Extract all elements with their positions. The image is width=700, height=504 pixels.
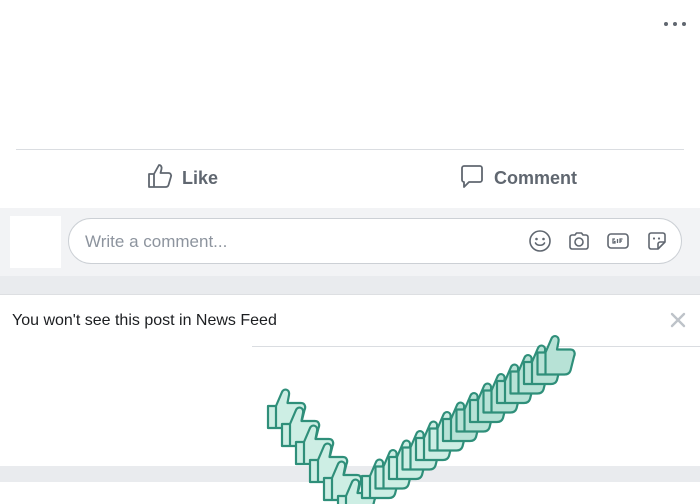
emoji-icon[interactable] xyxy=(528,229,552,253)
comment-placeholder: Write a comment... xyxy=(85,232,228,251)
camera-icon[interactable] xyxy=(567,229,591,253)
dot xyxy=(682,22,686,26)
thumbs-up-icon xyxy=(146,162,174,195)
action-divider xyxy=(16,149,684,150)
close-icon[interactable] xyxy=(668,310,688,330)
dot xyxy=(673,22,677,26)
hidden-post-message: You won't see this post in News Feed xyxy=(12,312,277,329)
dot xyxy=(664,22,668,26)
thumbs-checkmark-graphic xyxy=(266,335,576,504)
comment-button[interactable]: Comment xyxy=(458,160,577,196)
comment-composer: Write a comment... xyxy=(0,208,700,276)
post-card: Like Comment xyxy=(0,0,700,208)
comment-tools xyxy=(528,229,669,253)
speech-bubble-icon xyxy=(458,162,486,195)
avatar[interactable] xyxy=(10,216,61,268)
like-button[interactable]: Like xyxy=(146,160,218,196)
like-label: Like xyxy=(182,167,219,188)
comment-input[interactable]: Write a comment... xyxy=(68,218,682,264)
more-options-icon[interactable] xyxy=(664,16,686,32)
feed-gap xyxy=(0,276,700,294)
thumb-trail xyxy=(266,335,576,504)
sticker-icon[interactable] xyxy=(645,229,669,253)
gif-icon[interactable] xyxy=(606,229,630,253)
comment-label: Comment xyxy=(494,167,578,188)
thumb-mark xyxy=(536,335,576,376)
